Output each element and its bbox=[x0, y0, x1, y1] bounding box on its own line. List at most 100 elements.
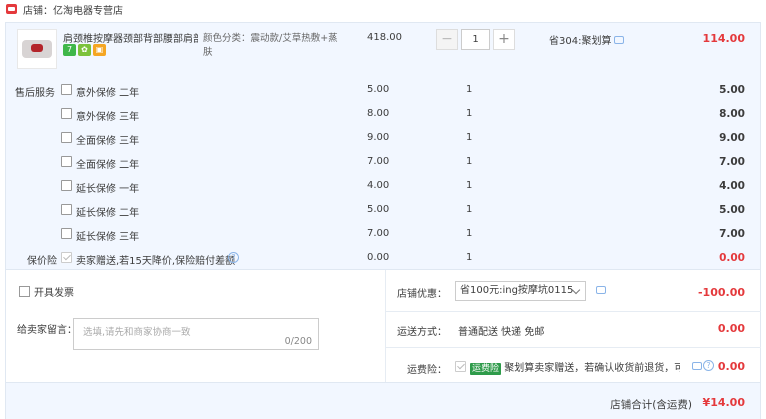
row-divider bbox=[386, 347, 761, 348]
service-row: 全面保修 三年 9.00 1 9.00 bbox=[6, 129, 760, 149]
service-total: 7.00 bbox=[719, 156, 745, 168]
promo-chat-icon[interactable] bbox=[614, 35, 625, 44]
message-label: 给卖家留言： bbox=[17, 325, 77, 336]
service-checkbox[interactable] bbox=[61, 228, 72, 239]
item-total: 114.00 bbox=[702, 32, 745, 45]
service-name: 全面保修 三年 bbox=[76, 136, 140, 147]
message-placeholder: 选填,请先和商家协商一致 bbox=[83, 327, 191, 338]
service-checkbox[interactable] bbox=[61, 204, 72, 215]
service-name: 意外保修 二年 bbox=[76, 88, 140, 99]
freight-insurance-tag: 运费险 bbox=[470, 363, 502, 375]
price-protection-price: 0.00 bbox=[367, 252, 390, 263]
shop-header: 店铺：亿淘电器专营店 bbox=[0, 0, 766, 18]
service-qty: 1 bbox=[466, 204, 473, 215]
service-row: 全面保修 二年 7.00 1 7.00 bbox=[6, 153, 760, 173]
service-price: 5.00 bbox=[367, 84, 390, 95]
quantity-input[interactable]: 1 bbox=[461, 29, 490, 50]
service-checkbox[interactable] bbox=[61, 132, 72, 143]
service-row: 延长保修 一年 4.00 1 4.00 bbox=[6, 177, 760, 197]
service-total: 9.00 bbox=[719, 132, 745, 144]
service-row: 意外保修 三年 8.00 1 8.00 bbox=[6, 105, 760, 125]
product-badges: 7 ✿ ▣ bbox=[63, 44, 106, 56]
service-name: 延长保修 二年 bbox=[76, 208, 140, 219]
product-thumbnail[interactable] bbox=[17, 29, 57, 69]
freight-insurance-checkbox bbox=[455, 361, 466, 372]
freight-chat-icon[interactable] bbox=[692, 362, 702, 370]
quantity-stepper: − 1 + bbox=[436, 29, 515, 50]
invoice-option[interactable]: 开具发票 bbox=[19, 284, 74, 299]
service-name: 全面保修 二年 bbox=[76, 160, 140, 171]
service-qty: 1 bbox=[466, 156, 473, 167]
shop-total-amount: ¥14.00 bbox=[702, 396, 745, 409]
service-qty: 1 bbox=[466, 132, 473, 143]
service-price: 4.00 bbox=[367, 180, 390, 191]
message-textarea[interactable]: 选填,请先和商家协商一致 0/200 bbox=[73, 318, 319, 350]
massager-image bbox=[22, 40, 52, 58]
service-checkbox[interactable] bbox=[61, 84, 72, 95]
shipping-method: 普通配送 快递 免邮 bbox=[458, 327, 545, 338]
row-divider bbox=[386, 311, 761, 312]
freight-insurance-text: 聚划算卖家赠送，若确认收货前退货，可获... bbox=[504, 363, 680, 374]
discount-chat-icon[interactable] bbox=[596, 286, 606, 294]
service-total: 5.00 bbox=[719, 204, 745, 216]
service-name: 延长保修 一年 bbox=[76, 184, 140, 195]
service-qty: 1 bbox=[466, 228, 473, 239]
service-total: 8.00 bbox=[719, 108, 745, 120]
service-row: 延长保修 三年 7.00 1 7.00 bbox=[6, 225, 760, 245]
shop-name[interactable]: 店铺：亿淘电器专营店 bbox=[23, 2, 123, 17]
product-row: 肩颈椎按摩器颈部背部腰部肩部... 7 ✿ ▣ 颜色分类：震动款/艾草热敷+蒸肤… bbox=[6, 23, 760, 69]
price-protection-name: 卖家赠送,若15天降价,保险赔付差额 bbox=[76, 256, 236, 267]
service-price: 9.00 bbox=[367, 132, 390, 143]
price-protection-qty: 1 bbox=[466, 252, 473, 263]
increase-button[interactable]: + bbox=[493, 29, 515, 50]
price-protection-checkbox bbox=[61, 252, 72, 263]
service-row: 延长保修 二年 5.00 1 5.00 bbox=[6, 201, 760, 221]
shipping-amount: 0.00 bbox=[717, 322, 745, 335]
service-row: 售后服务 意外保修 二年 5.00 1 5.00 bbox=[6, 81, 760, 101]
unit-price: 418.00 bbox=[367, 32, 402, 43]
freight-insurance-info: 运费险 聚划算卖家赠送，若确认收货前退货，可获... bbox=[470, 359, 680, 375]
freight-insurance-label: 运费险： bbox=[407, 365, 447, 376]
service-badge-icon: ✿ bbox=[78, 44, 91, 56]
discount-amount: -100.00 bbox=[697, 286, 745, 299]
shop-icon bbox=[6, 4, 17, 14]
price-protection-row: 保价险 卖家赠送,若15天降价,保险赔付差额 ? 0.00 1 0.00 bbox=[6, 249, 760, 269]
freight-help-icon[interactable]: ? bbox=[703, 360, 714, 371]
service-name: 延长保修 三年 bbox=[76, 232, 140, 243]
order-summary: 开具发票 给卖家留言： 选填,请先和商家协商一致 0/200 店铺优惠： 省10… bbox=[5, 270, 761, 419]
service-total: 7.00 bbox=[719, 228, 745, 240]
price-protection-total: 0.00 bbox=[719, 252, 745, 264]
discount-label: 店铺优惠： bbox=[397, 289, 447, 300]
service-price: 8.00 bbox=[367, 108, 390, 119]
column-divider bbox=[385, 270, 386, 382]
promo-info: 省304:聚划算 bbox=[549, 32, 625, 47]
service-checkbox[interactable] bbox=[61, 108, 72, 119]
service-qty: 1 bbox=[466, 180, 473, 191]
service-name: 意外保修 三年 bbox=[76, 112, 140, 123]
decrease-button[interactable]: − bbox=[436, 29, 458, 50]
service-qty: 1 bbox=[466, 84, 473, 95]
order-item-panel: 肩颈椎按摩器颈部背部腰部肩部... 7 ✿ ▣ 颜色分类：震动款/艾草热敷+蒸肤… bbox=[5, 22, 761, 270]
message-counter: 0/200 bbox=[284, 336, 312, 347]
shop-total-bar: 店铺合计(含运费) ¥14.00 bbox=[6, 382, 760, 419]
invoice-checkbox[interactable] bbox=[19, 286, 30, 297]
service-price: 7.00 bbox=[367, 156, 390, 167]
help-icon[interactable]: ? bbox=[228, 252, 239, 263]
service-price: 5.00 bbox=[367, 204, 390, 215]
promo-text: 省304:聚划算 bbox=[549, 36, 612, 47]
discount-selected: 省100元:ing按摩坑0115 bbox=[460, 285, 574, 296]
service-checkbox[interactable] bbox=[61, 156, 72, 167]
freight-insurance-amount: 0.00 bbox=[717, 360, 745, 373]
discount-select[interactable]: 省100元:ing按摩坑0115 bbox=[455, 281, 586, 301]
product-name[interactable]: 肩颈椎按摩器颈部背部腰部肩部... bbox=[63, 30, 198, 45]
service-total: 5.00 bbox=[719, 84, 745, 96]
shipping-label: 运送方式： bbox=[397, 327, 447, 338]
service-price: 7.00 bbox=[367, 228, 390, 239]
service-total: 4.00 bbox=[719, 180, 745, 192]
service-checkbox[interactable] bbox=[61, 180, 72, 191]
seven-day-return-icon: 7 bbox=[63, 44, 76, 56]
product-spec: 颜色分类：震动款/艾草热敷+蒸肤 bbox=[203, 33, 338, 58]
invoice-badge-icon: ▣ bbox=[93, 44, 106, 56]
service-qty: 1 bbox=[466, 108, 473, 119]
invoice-label: 开具发票 bbox=[34, 288, 74, 299]
